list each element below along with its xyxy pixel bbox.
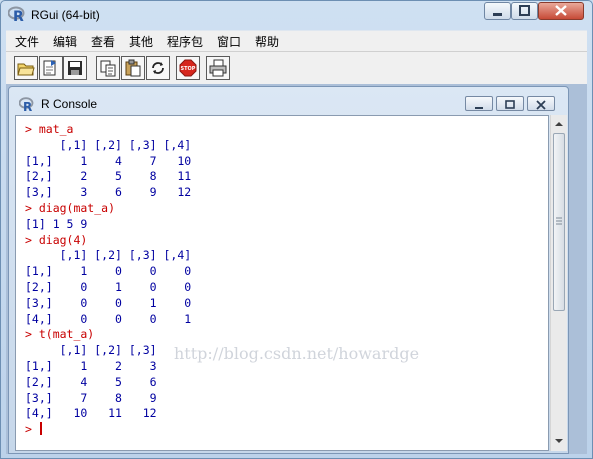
load-workspace-button[interactable]	[39, 56, 63, 80]
print-icon	[209, 59, 227, 77]
console-title: R Console	[41, 97, 98, 111]
watermark-text: http://blog.csdn.net/howardge	[174, 344, 420, 363]
menu-file[interactable]: 文件	[15, 33, 39, 50]
minimize-icon	[475, 107, 483, 109]
console-output-line: [4,] 0 0 0 1	[25, 311, 192, 326]
stop-button[interactable]: STOP	[176, 56, 200, 80]
text-cursor	[39, 422, 42, 436]
console-output[interactable]: > mat_a [,1] [,2] [,3] [,4] [1,] 1 4 7 1…	[15, 115, 549, 451]
console-output-line: [3,] 0 0 1 0	[25, 295, 192, 310]
close-icon	[536, 100, 546, 110]
console-output-line: [2,] 0 1 0 0	[25, 279, 192, 294]
console-output-line: [,1] [,2] [,3] [,4]	[25, 137, 192, 152]
vertical-scrollbar[interactable]	[550, 115, 567, 451]
menu-packages[interactable]: 程序包	[167, 33, 203, 50]
console-input-line: > mat_a	[25, 122, 74, 136]
console-output-line: [1,] 1 0 0 0	[25, 264, 192, 279]
menu-edit[interactable]: 编辑	[53, 33, 77, 50]
save-icon	[68, 61, 82, 75]
menu-bar: 文件 编辑 查看 其他 程序包 窗口 帮助	[6, 30, 587, 51]
svg-text:R: R	[23, 100, 32, 112]
console-output-line: [,1] [,2] [,3] [,4]	[25, 248, 192, 263]
maximize-button[interactable]	[511, 2, 538, 20]
save-button[interactable]	[63, 56, 87, 80]
open-script-icon	[17, 63, 35, 76]
console-output-line: [,1] [,2] [,3]	[25, 343, 157, 358]
maximize-icon	[519, 5, 530, 16]
menu-misc[interactable]: 其他	[129, 33, 153, 50]
load-workspace-icon	[43, 60, 56, 76]
console-maximize-button[interactable]	[496, 96, 524, 111]
console-output-line: [3,] 7 8 9	[25, 390, 157, 405]
console-output-line: [3,] 3 6 9 12	[25, 185, 192, 200]
console-output-line: [2,] 2 5 8 11	[25, 169, 192, 184]
copy-button[interactable]	[96, 56, 120, 80]
close-button[interactable]	[538, 2, 584, 20]
console-output-line: [1,] 1 2 3	[25, 358, 157, 373]
minimize-icon	[493, 13, 502, 16]
console-minimize-button[interactable]	[465, 96, 493, 111]
console-output-line: [4,] 10 11 12	[25, 406, 157, 421]
print-button[interactable]	[206, 56, 230, 80]
close-icon	[555, 5, 567, 16]
toolbar: STOP	[6, 51, 587, 85]
r-console-logo-icon: R	[19, 97, 34, 112]
console-close-button[interactable]	[527, 96, 555, 111]
scroll-thumb[interactable]	[553, 133, 565, 311]
copy-icon	[100, 60, 116, 77]
open-script-button[interactable]	[14, 56, 38, 80]
minimize-button[interactable]	[484, 2, 511, 20]
console-input-line: > diag(mat_a)	[25, 200, 116, 215]
console-window: R R Console > mat_a [,1] [,2] [,3] [,4] …	[8, 86, 569, 454]
svg-text:R: R	[13, 9, 24, 23]
stop-icon: STOP	[179, 59, 197, 77]
title-bar[interactable]: R RGui (64-bit)	[1, 1, 592, 29]
paste-button[interactable]	[121, 56, 145, 80]
menu-help[interactable]: 帮助	[255, 33, 279, 50]
console-input-line: > t(mat_a)	[25, 327, 95, 342]
window-title: RGui (64-bit)	[31, 8, 100, 22]
menu-view[interactable]: 查看	[91, 33, 115, 50]
maximize-icon	[505, 100, 515, 109]
copy-paste-button[interactable]	[146, 56, 170, 80]
scroll-down-icon[interactable]	[553, 435, 565, 447]
menu-windows[interactable]: 窗口	[217, 33, 241, 50]
copy-paste-icon	[152, 62, 164, 74]
grip-icon	[556, 217, 562, 225]
console-input-line: >	[25, 422, 39, 437]
console-output-line: [2,] 4 5 6	[25, 374, 157, 389]
console-input-line: > diag(4)	[25, 232, 88, 247]
console-output-line: [1,] 1 4 7 10	[25, 153, 192, 168]
paste-icon	[125, 59, 141, 77]
r-logo-icon: R	[8, 6, 25, 23]
console-output-line: [1] 1 5 9	[25, 216, 88, 231]
stop-label: STOP	[181, 66, 196, 72]
console-text: > mat_a [,1] [,2] [,3] [,4] [1,] 1 4 7 1…	[25, 122, 191, 438]
scroll-up-icon[interactable]	[553, 118, 565, 130]
